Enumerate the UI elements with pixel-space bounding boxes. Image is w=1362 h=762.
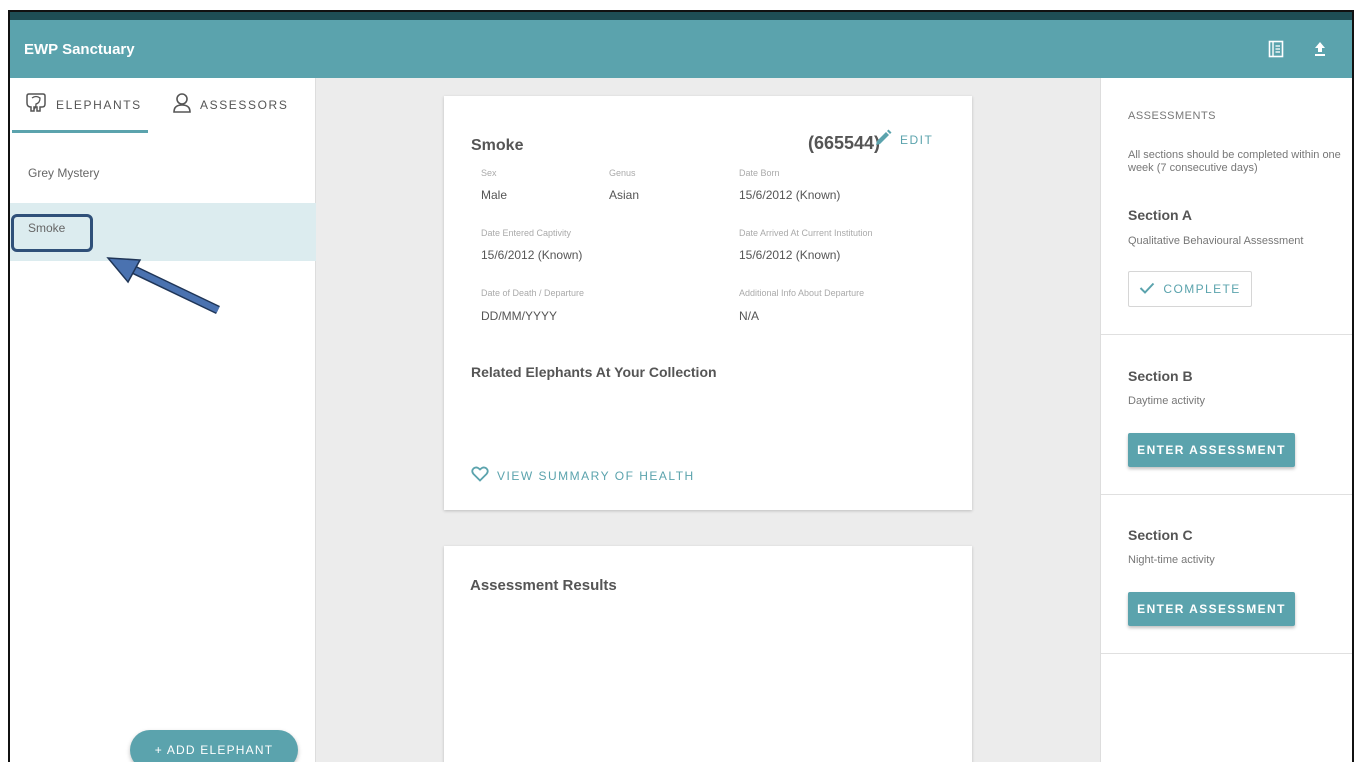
assessment-results-card: Assessment Results [444, 546, 972, 762]
section-c-desc: Night-time activity [1128, 554, 1215, 566]
add-elephant-button[interactable]: + ADD ELEPHANT [130, 730, 298, 762]
list-item-label: Grey Mystery [28, 166, 100, 180]
check-icon [1139, 282, 1155, 297]
date-entered-label: Date Entered Captivity [481, 228, 572, 238]
section-divider [1101, 334, 1352, 335]
annotation-arrow [106, 257, 220, 315]
section-c-button-label: ENTER ASSESSMENT [1137, 602, 1286, 616]
highlight-box [11, 214, 93, 252]
app-bar-actions [1266, 39, 1330, 59]
date-born-value: 15/6/2012 (Known) [739, 188, 841, 202]
app-title: EWP Sanctuary [24, 41, 135, 58]
person-icon [172, 92, 192, 117]
sidebar: ELEPHANTS ASSESSORS Grey Mystery Smoke +… [10, 78, 316, 762]
section-b-title: Section B [1128, 368, 1193, 384]
assessments-heading: ASSESSMENTS [1128, 110, 1217, 122]
date-born-label: Date Born [739, 168, 780, 178]
tab-assessors-label: ASSESSORS [200, 97, 289, 112]
top-strip [10, 12, 1352, 20]
active-tab-indicator [12, 130, 148, 133]
tab-elephants-label: ELEPHANTS [56, 97, 142, 112]
app-window: EWP Sanctuary ELEPHANTS ASSESSORS Grey M… [8, 10, 1354, 762]
genus-value: Asian [609, 188, 640, 202]
sex-label: Sex [481, 168, 497, 178]
section-divider [1101, 494, 1352, 495]
tab-assessors[interactable]: ASSESSORS [172, 92, 288, 117]
view-health-summary-label: VIEW SUMMARY OF HEALTH [497, 468, 695, 483]
elephant-detail-card: Smoke (665544) EDIT Sex Male Genus Asian… [444, 96, 972, 510]
additional-info-label: Additional Info About Departure [739, 288, 865, 298]
section-b-desc: Daytime activity [1128, 395, 1206, 407]
edit-label: EDIT [900, 132, 934, 147]
view-health-summary-button[interactable]: VIEW SUMMARY OF HEALTH [471, 466, 695, 485]
app-bar: EWP Sanctuary [10, 20, 1352, 78]
section-a-desc: Qualitative Behavioural Assessment [1128, 235, 1304, 247]
tab-elephants[interactable]: ELEPHANTS [24, 92, 142, 117]
assessments-panel: ASSESSMENTS All sections should be compl… [1100, 78, 1352, 762]
add-elephant-label: + ADD ELEPHANT [154, 743, 274, 757]
related-elephants-heading: Related Elephants At Your Collection [471, 364, 717, 380]
assessment-results-title: Assessment Results [470, 577, 617, 594]
sex-value: Male [481, 188, 508, 202]
section-b-enter-assessment-button[interactable]: ENTER ASSESSMENT [1128, 433, 1295, 467]
section-divider [1101, 653, 1352, 654]
additional-info-value: N/A [739, 309, 760, 323]
list-item-grey-mystery[interactable]: Grey Mystery [10, 144, 316, 202]
heart-icon [471, 466, 489, 485]
elephant-id: (665544) [808, 133, 881, 153]
date-death-label: Date of Death / Departure [481, 288, 585, 298]
date-arrived-value: 15/6/2012 (Known) [739, 248, 841, 262]
notebook-icon[interactable] [1266, 39, 1286, 59]
elephant-icon [24, 92, 48, 117]
section-c-title: Section C [1128, 527, 1193, 543]
assessments-note: All sections should be completed within … [1128, 149, 1341, 174]
elephant-name: Smoke [471, 137, 524, 154]
section-a-complete-button[interactable]: COMPLETE [1128, 271, 1252, 307]
section-c-enter-assessment-button[interactable]: ENTER ASSESSMENT [1128, 592, 1295, 626]
date-death-value: DD/MM/YYYY [481, 309, 558, 323]
pencil-icon [874, 129, 892, 150]
section-b-button-label: ENTER ASSESSMENT [1137, 443, 1286, 457]
section-a-button-label: COMPLETE [1163, 282, 1241, 296]
sidebar-tabs: ELEPHANTS ASSESSORS [10, 78, 315, 134]
section-a-title: Section A [1128, 207, 1193, 223]
edit-button[interactable]: EDIT [874, 129, 933, 150]
date-entered-value: 15/6/2012 (Known) [481, 248, 583, 262]
date-arrived-label: Date Arrived At Current Institution [739, 228, 873, 238]
genus-label: Genus [609, 168, 636, 178]
upload-icon[interactable] [1310, 39, 1330, 59]
